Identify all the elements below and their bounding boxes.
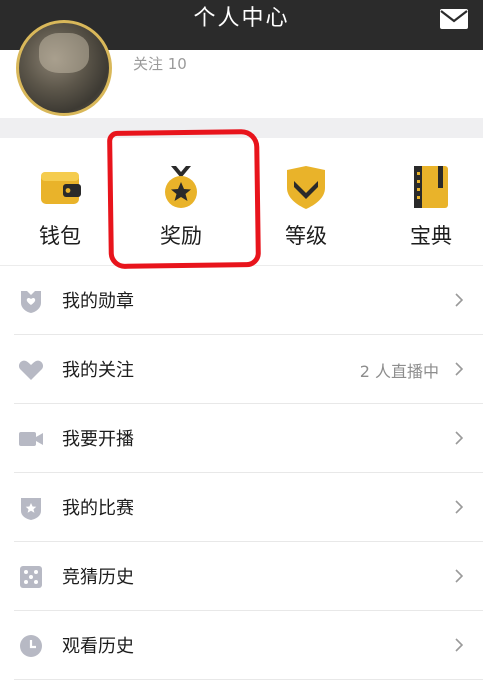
quick-label: 奖励 [160,224,202,248]
menu-label: 我的勋章 [62,291,134,312]
menu-label: 我要开播 [62,429,134,450]
menu-info: 2 人直播中 [359,362,439,381]
menu-list: 我的勋章 我的关注 2 人直播中 我要开播 我的比赛 竞猜历史 观看历史 [0,266,483,680]
quick-item-reward[interactable]: 奖励 [121,138,241,265]
menu-label: 我的比赛 [62,498,134,519]
star-shield-icon [21,498,41,520]
chevron-right-icon [455,638,463,652]
section-divider [0,118,483,138]
profile-section: 关注 10 [0,20,483,118]
quick-label: 钱包 [39,224,81,248]
menu-item-bet-history[interactable]: 竞猜历史 [14,542,483,611]
menu-item-watch-history[interactable]: 观看历史 [14,611,483,680]
heart-icon [18,360,44,380]
follow-count[interactable]: 关注 10 [133,53,187,74]
book-icon [414,166,448,208]
medal-icon [165,166,197,208]
menu-item-following[interactable]: 我的关注 2 人直播中 [14,335,483,404]
chevron-right-icon [455,569,463,583]
chevron-right-icon [455,500,463,514]
wallet-icon [41,172,81,204]
shield-level-icon [287,166,325,209]
avatar[interactable] [16,20,112,116]
quick-label: 宝典 [410,224,452,248]
menu-item-matches[interactable]: 我的比赛 [14,473,483,542]
menu-item-badges[interactable]: 我的勋章 [14,266,483,335]
badge-icon [21,291,41,313]
quick-item-wallet[interactable]: 钱包 [0,138,120,265]
chevron-right-icon [455,431,463,445]
menu-label: 竞猜历史 [62,567,134,588]
clock-icon [20,635,42,657]
chevron-right-icon [455,293,463,307]
menu-item-go-live[interactable]: 我要开播 [14,404,483,473]
camera-icon [19,432,43,446]
menu-label: 我的关注 [62,360,134,381]
menu-label: 观看历史 [62,636,134,657]
chevron-right-icon [455,362,463,376]
quick-item-guide[interactable]: 宝典 [371,138,483,265]
mail-icon[interactable] [440,9,468,29]
quick-item-level[interactable]: 等级 [246,138,366,265]
dice-icon [20,566,42,588]
quick-label: 等级 [285,224,327,248]
quick-actions: 钱包 奖励 等级 宝典 [0,138,483,266]
